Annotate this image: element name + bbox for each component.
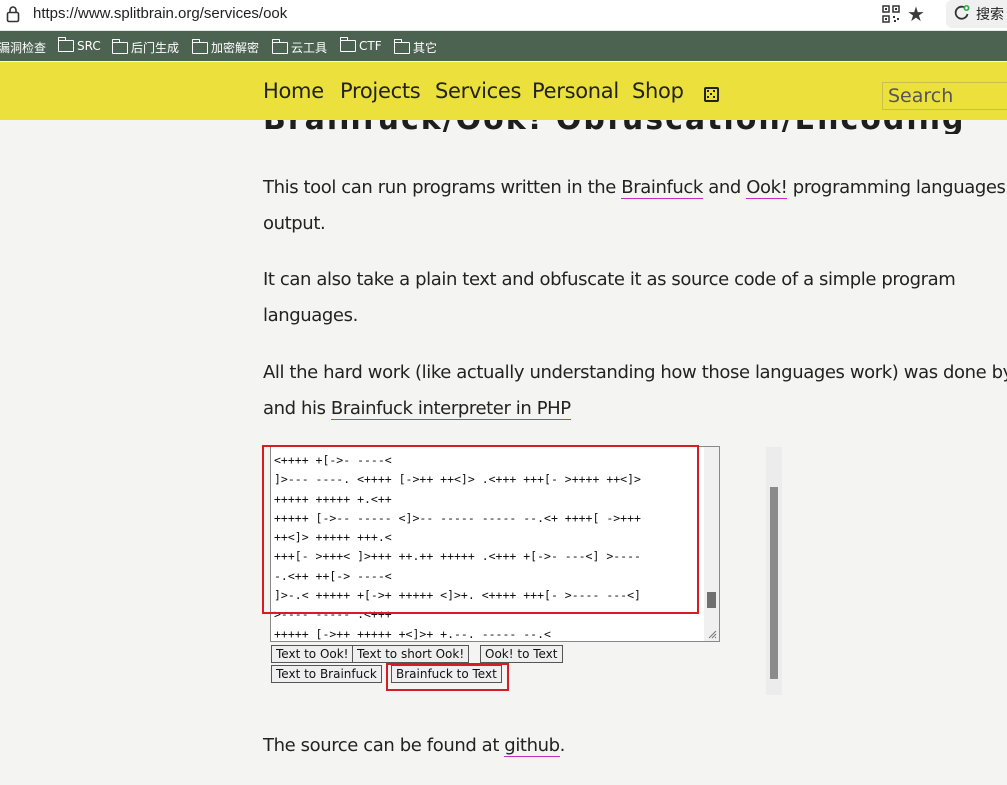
annotation-box-button <box>386 663 509 691</box>
url-field[interactable]: https://www.splitbrain.org/services/ook <box>33 5 287 22</box>
page-title-text: Brainfuck/Ook! Obfuscation/Encoding <box>263 120 966 134</box>
resize-grip-icon[interactable] <box>707 629 717 639</box>
page-title: Brainfuck/Ook! Obfuscation/Encoding <box>263 120 1007 134</box>
text: and <box>702 177 747 198</box>
text: The source can be found at <box>263 735 505 756</box>
bookmark-label: 漏洞检查 <box>0 41 47 55</box>
ook-to-text-button[interactable]: Ook! to Text <box>480 645 563 663</box>
text: . <box>559 735 566 756</box>
bookmark-label: 后门生成 <box>131 41 180 55</box>
nav-services[interactable]: Services <box>435 79 521 103</box>
ook-link[interactable]: Ook! <box>746 177 788 199</box>
text: programming languages an <box>792 177 1007 198</box>
folder-icon <box>111 38 128 54</box>
interpreter-link[interactable]: Brainfuck interpreter in PHP <box>330 398 571 420</box>
lock-icon <box>6 6 20 23</box>
dice-icon[interactable] <box>704 87 719 102</box>
bookmark-folder[interactable]: 云工具 <box>271 38 328 56</box>
folder-icon <box>271 38 288 54</box>
github-link[interactable]: github <box>504 735 560 757</box>
bookmark-folder[interactable]: 后门生成 <box>111 38 180 56</box>
page-scrollbar[interactable] <box>766 447 782 695</box>
text: and his <box>263 398 331 419</box>
text-to-brainfuck-button[interactable]: Text to Brainfuck <box>271 665 382 683</box>
credits-line-1: All the hard work (like actually underst… <box>263 362 1007 383</box>
text: This tool can run programs written in th… <box>263 177 622 198</box>
nav-personal[interactable]: Personal <box>532 79 619 103</box>
bookmark-folder[interactable]: 加密解密 <box>191 38 260 56</box>
textarea-scrollbar[interactable] <box>704 447 719 641</box>
folder-icon <box>339 37 356 52</box>
bookmark-label: SRC <box>77 39 101 53</box>
bookmark-label: 云工具 <box>291 41 328 55</box>
credits-line-2: and his Brainfuck interpreter in PHP <box>263 391 1007 427</box>
search-engine-icon <box>954 5 970 20</box>
obfuscate-paragraph: It can also take a plain text and obfusc… <box>263 262 1007 334</box>
folder-icon <box>393 38 410 54</box>
intro-line-2: output. <box>263 213 326 234</box>
textarea-scroll-thumb[interactable] <box>707 592 716 608</box>
bookmark-label: CTF <box>359 39 382 53</box>
nav-projects[interactable]: Projects <box>340 79 421 103</box>
bookmark-item[interactable]: 漏洞检查 <box>0 39 46 56</box>
text-to-short-ook-button[interactable]: Text to short Ook! <box>352 645 470 663</box>
browser-search-button[interactable]: 搜索 <box>946 0 1007 28</box>
code-line: +++++ [->++ +++++ +<]>+ +.--. ----- --.< <box>274 626 551 641</box>
address-bar: https://www.splitbrain.org/services/ook … <box>0 0 1007 31</box>
page-scroll-thumb[interactable] <box>770 487 778 679</box>
browser-search-label: 搜索 <box>976 7 1004 23</box>
intro-line-1: This tool can run programs written in th… <box>263 170 1007 206</box>
bookmarks-bar: 漏洞检查 SRC 后门生成 加密解密 云工具 CTF 其它 <box>0 31 1007 61</box>
obfuscate-line-2: languages. <box>263 305 358 326</box>
intro-paragraph: This tool can run programs written in th… <box>263 170 1007 242</box>
text-to-ook-button[interactable]: Text to Ook! <box>271 645 354 663</box>
bookmark-folder[interactable]: CTF <box>339 37 382 53</box>
nav-home[interactable]: Home <box>263 79 324 103</box>
bookmark-star-icon[interactable]: ★ <box>907 2 925 26</box>
bookmark-label: 加密解密 <box>211 41 260 55</box>
bookmark-folder[interactable]: SRC <box>57 37 101 53</box>
credits-paragraph: All the hard work (like actually underst… <box>263 355 1007 427</box>
brainfuck-link[interactable]: Brainfuck <box>621 177 703 199</box>
site-search-input[interactable]: Search <box>882 82 1007 110</box>
nav-shop[interactable]: Shop <box>632 79 684 103</box>
folder-icon <box>191 38 208 54</box>
obfuscate-line-1: It can also take a plain text and obfusc… <box>263 269 956 290</box>
qr-code-icon[interactable] <box>882 5 900 23</box>
annotation-box-code <box>262 445 699 614</box>
bookmark-label: 其它 <box>413 41 438 55</box>
site-nav: Home Projects Services Personal Shop Sea… <box>0 62 1007 120</box>
folder-icon <box>57 37 74 52</box>
bookmark-folder[interactable]: 其它 <box>393 38 438 56</box>
source-paragraph: The source can be found at github. <box>263 728 1007 764</box>
